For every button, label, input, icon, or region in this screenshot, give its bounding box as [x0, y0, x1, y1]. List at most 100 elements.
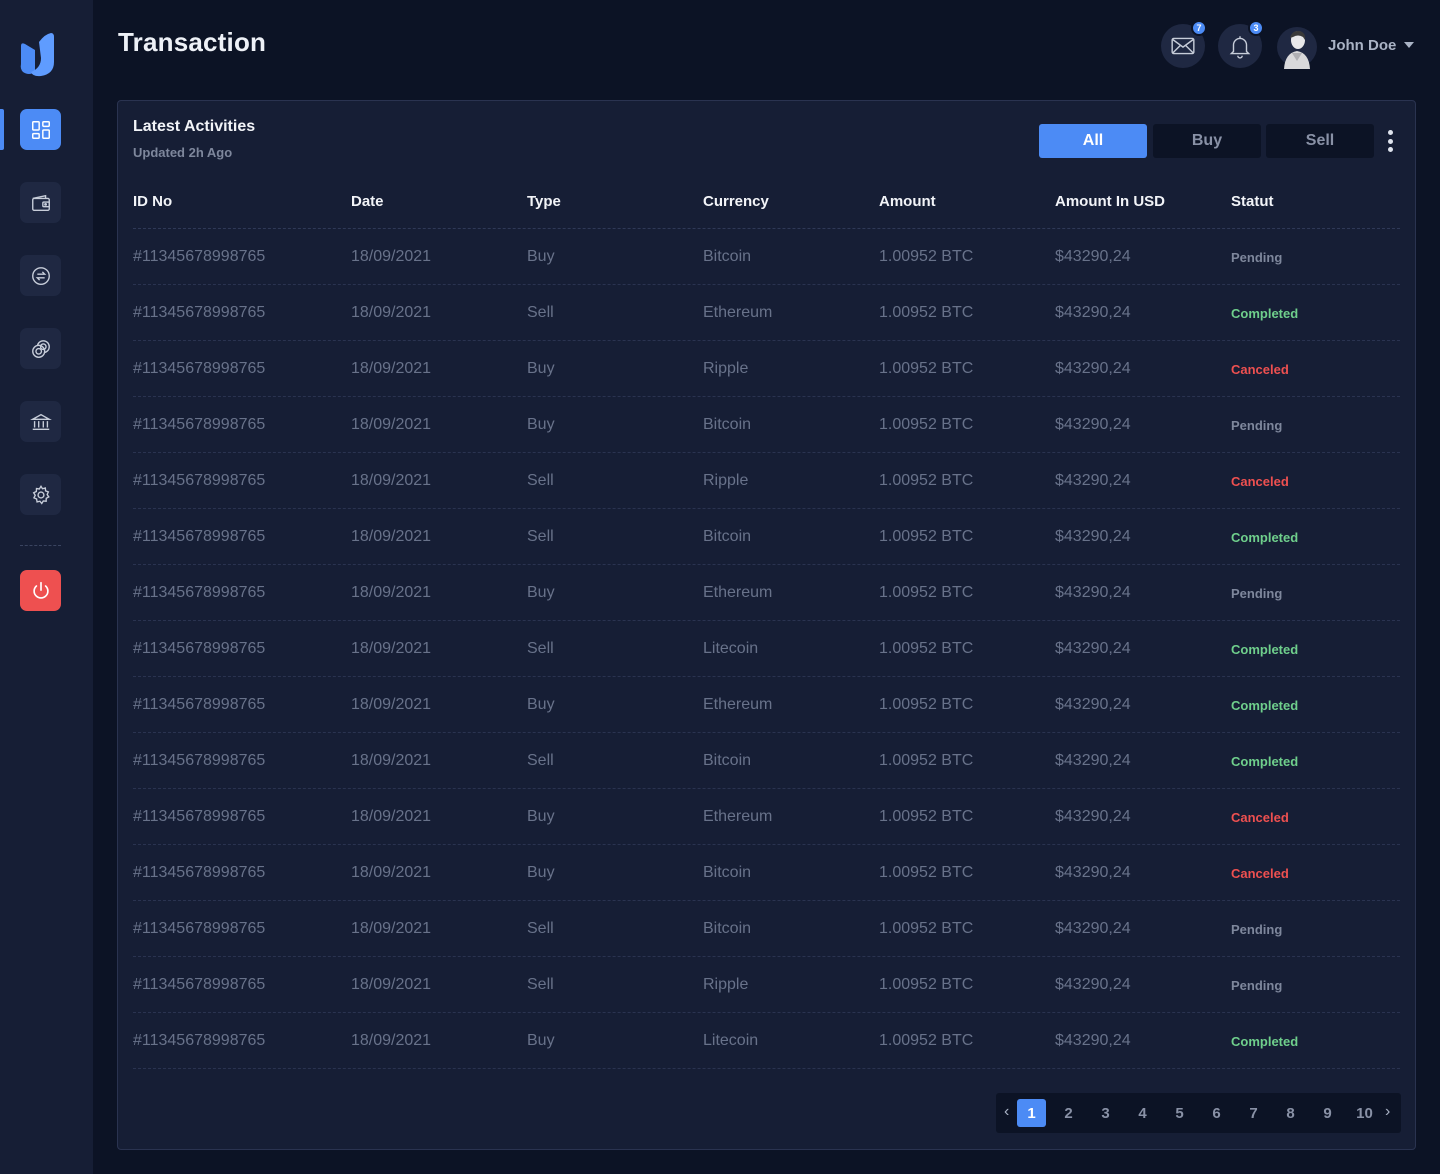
- cell-type: Buy: [527, 696, 555, 713]
- cell-type: Sell: [527, 752, 554, 769]
- more-options-icon[interactable]: [1384, 130, 1396, 152]
- latest-activities-card: Latest Activities Updated 2h Ago All Buy…: [117, 100, 1416, 1150]
- status-badge: Pending: [1231, 922, 1283, 937]
- page-title: Transaction: [118, 27, 267, 57]
- table-row[interactable]: #11345678998765 18/09/2021 Buy Bitcoin 1.009…: [133, 397, 1400, 453]
- cell-amount-usd: $43290,24: [1055, 472, 1131, 489]
- page-2-button[interactable]: 2: [1054, 1099, 1083, 1127]
- page-1-button[interactable]: 1: [1017, 1099, 1046, 1127]
- logout-button[interactable]: [20, 570, 61, 611]
- cell-id: #11345678998765: [133, 1032, 266, 1049]
- page-10-button[interactable]: 10: [1350, 1099, 1379, 1127]
- cell-id: #11345678998765: [133, 304, 266, 321]
- table-row[interactable]: #11345678998765 18/09/2021 Sell Ripple 1.009…: [133, 957, 1400, 1013]
- bank-icon: [29, 413, 52, 430]
- status-badge: Pending: [1231, 586, 1283, 601]
- cell-amount-usd: $43290,24: [1055, 696, 1131, 713]
- table-row[interactable]: #11345678998765 18/09/2021 Buy Bitcoin 1.009…: [133, 845, 1400, 901]
- table-row[interactable]: #11345678998765 18/09/2021 Sell Bitcoin 1.00…: [133, 509, 1400, 565]
- status-badge: Completed: [1231, 642, 1299, 657]
- table-row[interactable]: #11345678998765 18/09/2021 Sell Litecoin 1.0…: [133, 621, 1400, 677]
- sidebar-item-wallet[interactable]: [20, 182, 61, 223]
- avatar[interactable]: [1276, 25, 1318, 69]
- filter-sell-button[interactable]: Sell: [1266, 124, 1374, 158]
- page-7-button[interactable]: 7: [1239, 1099, 1268, 1127]
- card-title: Latest Activities: [133, 118, 256, 135]
- page-3-button[interactable]: 3: [1091, 1099, 1120, 1127]
- user-name[interactable]: John Doe: [1328, 37, 1396, 54]
- status-badge: Completed: [1231, 530, 1299, 545]
- cell-amount-usd: $43290,24: [1055, 864, 1131, 881]
- cell-date: 18/09/2021: [351, 248, 432, 265]
- table-row[interactable]: #11345678998765 18/09/2021 Buy Ripple 1.0095…: [133, 341, 1400, 397]
- cell-type: Sell: [527, 304, 554, 321]
- column-header-type[interactable]: Type: [527, 193, 561, 210]
- sidebar-item-bank[interactable]: [20, 401, 61, 442]
- card-subtitle: Updated 2h Ago: [133, 145, 233, 160]
- table-row[interactable]: #11345678998765 18/09/2021 Buy Ethereum 1.00…: [133, 565, 1400, 621]
- page-9-button[interactable]: 9: [1313, 1099, 1342, 1127]
- cell-amount: 1.00952 BTC: [879, 696, 974, 713]
- cell-amount: 1.00952 BTC: [879, 1032, 974, 1049]
- mail-icon: [1171, 37, 1195, 55]
- coins-icon: [31, 339, 50, 358]
- cell-currency: Ripple: [703, 472, 749, 489]
- cell-amount-usd: $43290,24: [1055, 920, 1131, 937]
- cell-amount-usd: $43290,24: [1055, 752, 1131, 769]
- sidebar-item-coins[interactable]: [20, 328, 61, 369]
- column-header-currency[interactable]: Currency: [703, 193, 769, 210]
- column-header-amount-usd[interactable]: Amount In USD: [1055, 193, 1165, 210]
- page-4-button[interactable]: 4: [1128, 1099, 1157, 1127]
- cell-id: #11345678998765: [133, 584, 266, 601]
- notifications-button[interactable]: 3: [1218, 20, 1264, 68]
- filter-buy-button[interactable]: Buy: [1153, 124, 1261, 158]
- cell-date: 18/09/2021: [351, 304, 432, 321]
- table-row[interactable]: #11345678998765 18/09/2021 Buy Bitcoin 1.009…: [133, 229, 1400, 285]
- sidebar-item-exchange[interactable]: [20, 255, 61, 296]
- status-badge: Pending: [1231, 418, 1283, 433]
- cell-currency: Ripple: [703, 360, 749, 377]
- page-8-button[interactable]: 8: [1276, 1099, 1305, 1127]
- user-menu-caret-icon[interactable]: [1404, 42, 1414, 48]
- table-row[interactable]: #11345678998765 18/09/2021 Buy Ethereum 1.00…: [133, 677, 1400, 733]
- cell-currency: Ethereum: [703, 304, 773, 321]
- cell-amount-usd: $43290,24: [1055, 584, 1131, 601]
- power-icon: [32, 581, 49, 599]
- cell-amount: 1.00952 BTC: [879, 248, 974, 265]
- cell-id: #11345678998765: [133, 864, 266, 881]
- pagination-next-icon[interactable]: ›: [1385, 1103, 1390, 1121]
- status-badge: Completed: [1231, 306, 1299, 321]
- cell-type: Sell: [527, 920, 554, 937]
- table-row[interactable]: #11345678998765 18/09/2021 Sell Bitcoin 1.00…: [133, 733, 1400, 789]
- filter-all-button[interactable]: All: [1039, 124, 1147, 158]
- cell-type: Buy: [527, 416, 555, 433]
- cell-amount-usd: $43290,24: [1055, 640, 1131, 657]
- table-row[interactable]: #11345678998765 18/09/2021 Sell Bitcoin 1.00…: [133, 901, 1400, 957]
- column-header-id[interactable]: ID No: [133, 193, 172, 210]
- column-header-status[interactable]: Statut: [1231, 193, 1274, 210]
- sidebar-item-settings[interactable]: [20, 474, 61, 515]
- table-row[interactable]: #11345678998765 18/09/2021 Sell Ethereum 1.0…: [133, 285, 1400, 341]
- table-row[interactable]: #11345678998765 18/09/2021 Buy Litecoin 1.00…: [133, 1013, 1400, 1069]
- pagination-prev-icon[interactable]: ‹: [1004, 1103, 1009, 1121]
- page-6-button[interactable]: 6: [1202, 1099, 1231, 1127]
- cell-currency: Bitcoin: [703, 864, 752, 881]
- cell-date: 18/09/2021: [351, 1032, 432, 1049]
- cell-id: #11345678998765: [133, 416, 266, 433]
- cell-currency: Ethereum: [703, 808, 773, 825]
- cell-currency: Bitcoin: [703, 248, 752, 265]
- messages-button[interactable]: 7: [1161, 20, 1207, 68]
- cell-amount-usd: $43290,24: [1055, 248, 1131, 265]
- table-row[interactable]: #11345678998765 18/09/2021 Buy Ethereum 1.00…: [133, 789, 1400, 845]
- cell-type: Sell: [527, 528, 554, 545]
- brand-logo[interactable]: [19, 32, 55, 78]
- column-header-date[interactable]: Date: [351, 193, 384, 210]
- dashboard-icon: [31, 120, 50, 139]
- table-row[interactable]: #11345678998765 18/09/2021 Sell Ripple 1.009…: [133, 453, 1400, 509]
- column-header-amount[interactable]: Amount: [879, 193, 936, 210]
- cell-amount: 1.00952 BTC: [879, 584, 974, 601]
- sidebar-item-dashboard[interactable]: [20, 109, 61, 150]
- cell-currency: Litecoin: [703, 640, 759, 657]
- cell-date: 18/09/2021: [351, 864, 432, 881]
- page-5-button[interactable]: 5: [1165, 1099, 1194, 1127]
